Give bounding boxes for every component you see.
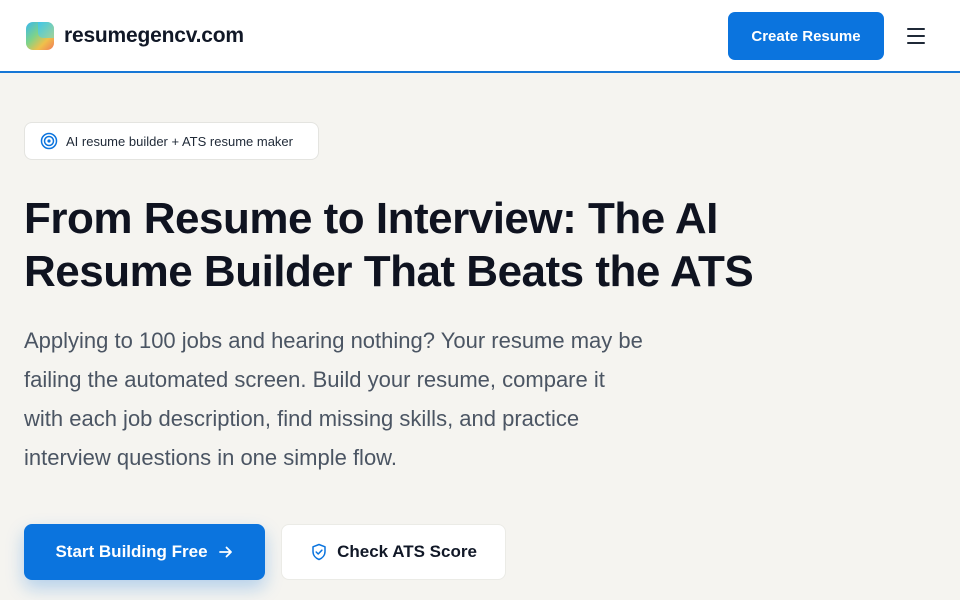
shield-check-icon (312, 543, 326, 561)
brand-name: resumegencv.com (64, 24, 244, 47)
description-line: Applying to 100 jobs and hearing nothing… (24, 328, 643, 353)
headline-line-2: Resume Builder That Beats the ATS (24, 247, 754, 296)
brand[interactable]: resumegencv.com (26, 22, 244, 50)
arrow-right-icon (218, 546, 232, 558)
target-icon (40, 132, 58, 150)
page-title: From Resume to Interview: The AI Resume … (24, 192, 844, 298)
check-ats-score-label: Check ATS Score (337, 542, 477, 561)
start-building-button[interactable]: Start Building Free (24, 524, 265, 580)
site-header: resumegencv.com Create Resume (0, 0, 960, 73)
feature-badge: AI resume builder + ATS resume maker (24, 122, 319, 160)
headline-line-1: From Resume to Interview: The AI (24, 194, 718, 243)
hero-description: Applying to 100 jobs and hearing nothing… (24, 321, 714, 477)
start-building-label: Start Building Free (55, 542, 208, 561)
create-resume-button[interactable]: Create Resume (728, 12, 884, 60)
check-ats-score-button[interactable]: Check ATS Score (281, 524, 506, 580)
badge-text: AI resume builder + ATS resume maker (66, 133, 293, 149)
logo-icon (26, 22, 54, 50)
description-line: interview questions in one simple flow. (24, 445, 397, 470)
hamburger-menu-icon[interactable] (904, 26, 928, 46)
description-line: with each job description, find missing … (24, 406, 580, 431)
description-line: failing the automated screen. Build your… (24, 367, 605, 392)
